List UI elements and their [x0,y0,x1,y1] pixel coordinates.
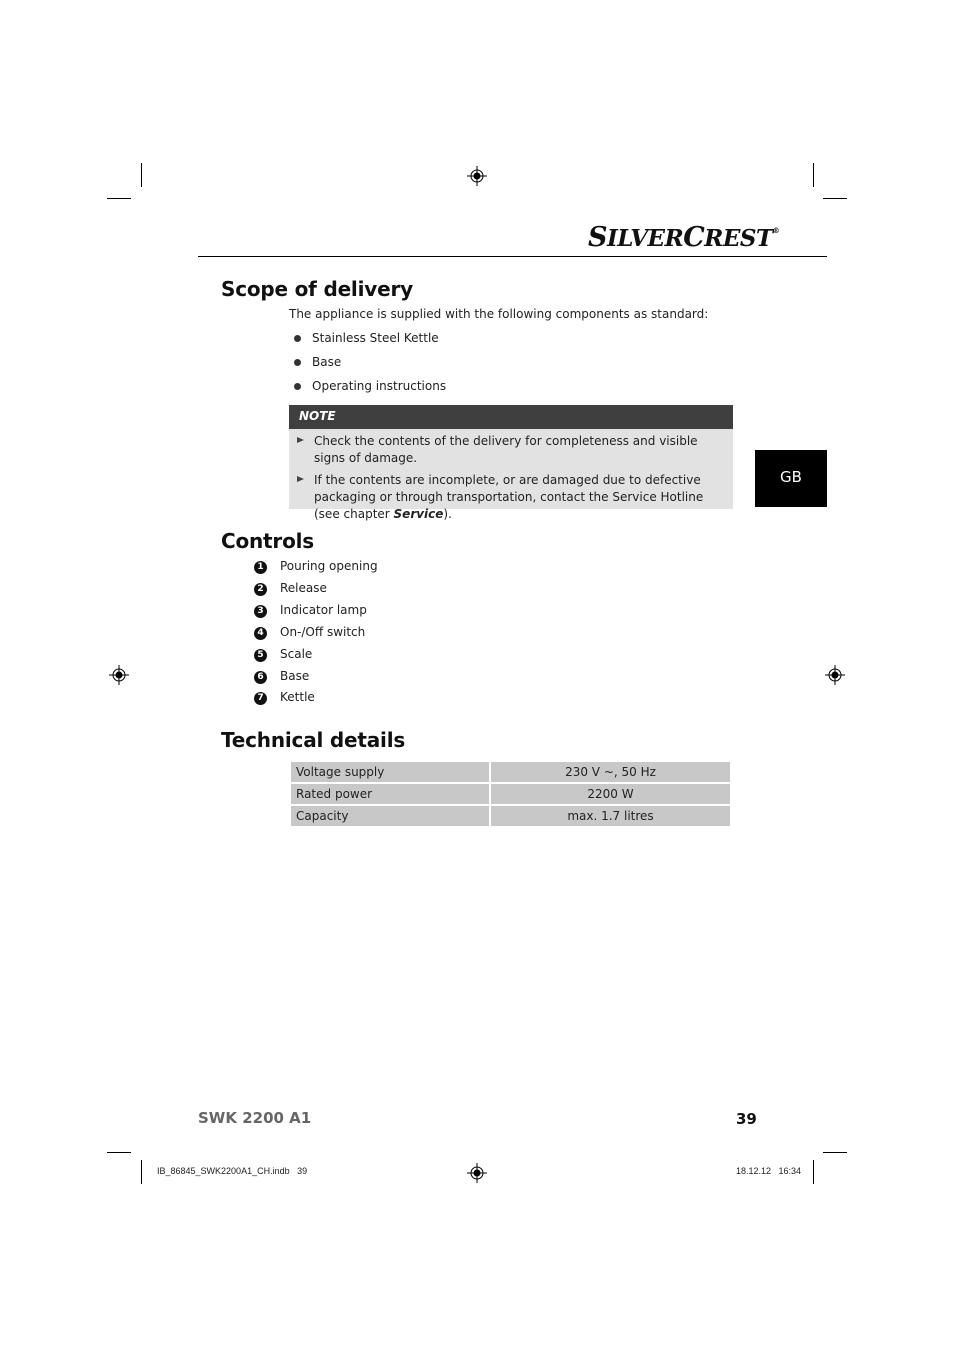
crop-mark [141,1160,142,1184]
number-2-icon: 2 [254,583,267,596]
section-title-scope: Scope of delivery [221,277,413,301]
number-5-icon: 5 [254,649,267,662]
number-3-icon: 3 [254,605,267,618]
control-item: Base [280,669,310,683]
arrow-right-icon [297,476,304,482]
bullet-icon [294,383,301,390]
number-4-icon: 4 [254,627,267,640]
page-number: 39 [736,1110,757,1128]
scope-item: Base [312,355,342,369]
registration-mark-icon [467,166,487,186]
language-tab: GB [755,450,827,507]
table-row: Voltage supply 230 V ~, 50 Hz [291,762,730,782]
registration-mark-icon [467,1163,487,1183]
table-cell-value: max. 1.7 litres [491,806,730,826]
control-item: Scale [280,647,313,661]
crop-mark [107,198,131,199]
section-title-controls: Controls [221,529,314,553]
crop-mark [823,198,847,199]
print-slug-file: IB_86845_SWK2200A1_CH.indb 39 [157,1166,308,1176]
table-row: Rated power 2200 W [291,784,730,804]
model-name: SWK 2200 A1 [198,1109,312,1127]
print-slug-date: 18.12.12 16:34 [736,1166,802,1176]
brand-logo: SILVERCREST® [588,222,780,253]
crop-mark [141,163,142,187]
header-rule [198,256,827,257]
note-item: Check the contents of the delivery for c… [314,434,698,465]
crop-mark [823,1152,847,1153]
number-6-icon: 6 [254,671,267,684]
control-item: On-/Off switch [280,625,366,639]
note-item: If the contents are incomplete, or are d… [314,473,704,521]
table-cell-value: 2200 W [491,784,730,804]
technical-details-table: Voltage supply 230 V ~, 50 Hz Rated powe… [289,760,732,828]
scope-item: Stainless Steel Kettle [312,331,439,345]
note-header: NOTE [289,405,733,429]
control-item: Release [280,581,327,595]
bullet-icon [294,335,301,342]
service-chapter-reference: Service [393,507,444,521]
control-item: Indicator lamp [280,603,367,617]
crop-mark [107,1152,131,1153]
note-box: NOTE Check the contents of the delivery … [289,405,733,521]
number-1-icon: 1 [254,561,267,574]
registration-mark-icon [109,665,129,685]
table-cell-label: Capacity [291,806,489,826]
registration-mark-icon [825,665,845,685]
arrow-right-icon [297,437,304,443]
control-item: Pouring opening [280,559,378,573]
crop-mark [813,163,814,187]
scope-intro: The appliance is supplied with the follo… [289,307,709,321]
note-title: NOTE [299,409,336,423]
section-title-technical: Technical details [221,728,406,752]
crop-mark [813,1160,814,1184]
table-cell-label: Voltage supply [291,762,489,782]
bullet-icon [294,359,301,366]
number-7-icon: 7 [254,692,267,705]
scope-item: Operating instructions [312,379,447,393]
table-cell-label: Rated power [291,784,489,804]
table-cell-value: 230 V ~, 50 Hz [491,762,730,782]
table-row: Capacity max. 1.7 litres [291,806,730,826]
control-item: Kettle [280,690,315,704]
